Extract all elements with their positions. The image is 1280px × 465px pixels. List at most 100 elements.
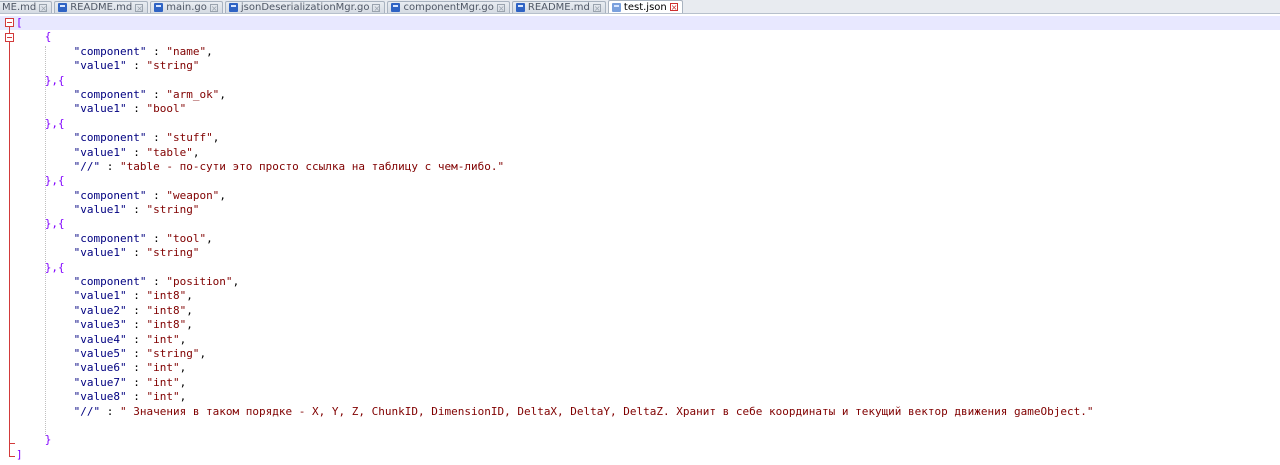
tab-2[interactable]: README.md × — [54, 1, 149, 13]
code-line: },{ — [16, 174, 1276, 188]
code-token: "table" — [146, 145, 193, 159]
code-token: : — [126, 59, 147, 73]
code-token: "bool" — [146, 102, 187, 116]
code-token: , — [179, 332, 187, 346]
code-token: : — [146, 87, 167, 101]
code-line: "//" : " Значения в таком порядке - X, Y… — [16, 405, 1276, 419]
close-icon[interactable]: × — [496, 3, 505, 12]
code-token: : — [126, 102, 147, 116]
code-token: "value1" — [73, 203, 127, 217]
tab-label: ME.md — [2, 2, 37, 13]
code-line: "value1" : "int8", — [16, 289, 1276, 303]
code-token: [ — [16, 16, 23, 29]
code-token: : — [146, 231, 167, 245]
code-token: , — [206, 44, 213, 58]
tab-6[interactable]: README.md × — [511, 1, 606, 13]
code-token: : — [100, 159, 120, 173]
tab-4[interactable]: jsonDeserializationMgr.go × — [224, 1, 386, 13]
fold-collapse-icon[interactable] — [5, 33, 14, 42]
tab-bar: ME.md × README.md × main.go × jsonDeserializat… — [0, 0, 1280, 14]
code-token: "int8" — [146, 289, 187, 303]
code-token: "value2" — [73, 303, 127, 317]
code-line: "component" : "name", — [16, 45, 1276, 59]
code-token: : — [126, 318, 147, 332]
code-token: "int" — [146, 375, 180, 389]
code-token: : — [126, 289, 147, 303]
code-line: "value1" : "table", — [16, 146, 1276, 160]
tab-1[interactable]: ME.md × — [0, 1, 53, 13]
code-token: "value1" — [73, 246, 127, 260]
code-line: "value8" : "int", — [16, 390, 1276, 404]
code-token: "//" — [73, 404, 101, 418]
code-token: "string" — [146, 346, 200, 360]
code-token: "arm_ok" — [166, 87, 220, 101]
tab-5[interactable]: componentMgr.go × — [387, 1, 510, 13]
code-editor[interactable]: [{"component" : "name", "value1" : "strin… — [16, 16, 1276, 462]
file-icon — [154, 3, 164, 12]
code-token: , — [232, 275, 240, 289]
code-token: : — [146, 275, 167, 289]
code-line: "component" : "stuff", — [16, 131, 1276, 145]
file-icon — [58, 3, 68, 12]
code-token: , — [206, 231, 213, 245]
code-token: "component" — [73, 44, 147, 58]
code-token: "int" — [146, 332, 180, 346]
code-token: },{ — [44, 260, 65, 274]
code-token: , — [219, 87, 226, 101]
close-icon[interactable]: × — [39, 3, 48, 12]
code-token: "value1" — [73, 59, 127, 73]
file-icon — [228, 3, 238, 12]
code-token: "value5" — [73, 346, 127, 360]
code-token: , — [199, 346, 207, 360]
code-token: : — [126, 390, 147, 404]
code-token: " Значения в таком порядке - X, Y, Z, Ch… — [119, 404, 1094, 418]
tab-label: README.md — [70, 2, 133, 13]
code-token: : — [126, 361, 147, 375]
code-token: "component" — [73, 275, 147, 289]
code-token: , — [179, 390, 187, 404]
code-token: ] — [16, 447, 23, 461]
code-token: "value1" — [73, 102, 127, 116]
close-icon[interactable]: × — [372, 3, 381, 12]
code-line: "value5" : "string", — [16, 347, 1276, 361]
code-token: : — [126, 246, 147, 260]
code-token: "position" — [166, 275, 233, 289]
fold-margin-line — [9, 22, 10, 456]
code-line: "value7" : "int", — [16, 376, 1276, 390]
code-token: : — [126, 346, 147, 360]
code-token: "int" — [146, 361, 180, 375]
code-token: "//" — [73, 159, 101, 173]
close-icon[interactable]: × — [669, 3, 678, 12]
close-icon[interactable]: × — [209, 3, 218, 12]
code-token: },{ — [44, 116, 65, 130]
code-token: "int8" — [146, 303, 187, 317]
code-token: , — [219, 188, 226, 202]
code-token: "value3" — [73, 318, 127, 332]
code-line: },{ — [16, 217, 1276, 231]
code-line: "component" : "position", — [16, 275, 1276, 289]
code-line: "//" : "table - по-сути это просто ссылк… — [16, 160, 1276, 174]
code-line: ] — [16, 448, 1276, 462]
fold-collapse-icon[interactable] — [5, 18, 14, 27]
code-line: "value1" : "string" — [16, 59, 1276, 73]
code-token: : — [146, 188, 167, 202]
close-icon[interactable]: × — [592, 3, 601, 12]
tab-label: README.md — [527, 2, 590, 13]
code-token: , — [179, 375, 187, 389]
tab-label: test.json — [623, 1, 667, 13]
file-icon — [515, 3, 525, 12]
code-token: "name" — [166, 44, 207, 58]
code-token: : — [126, 145, 147, 159]
code-token: , — [186, 303, 193, 317]
code-token: "int8" — [146, 318, 187, 332]
code-token: "value7" — [73, 375, 127, 389]
code-line: "value3" : "int8", — [16, 318, 1276, 332]
code-token: : — [146, 44, 167, 58]
code-token: "table - по-сути это просто ссылка на та… — [119, 159, 505, 173]
tab-3[interactable]: main.go × — [150, 1, 223, 13]
close-icon[interactable]: × — [135, 3, 144, 12]
code-line: },{ — [16, 261, 1276, 275]
code-line: "value2" : "int8", — [16, 304, 1276, 318]
code-token: : — [126, 303, 147, 317]
tab-7[interactable]: test.json × — [607, 0, 683, 13]
